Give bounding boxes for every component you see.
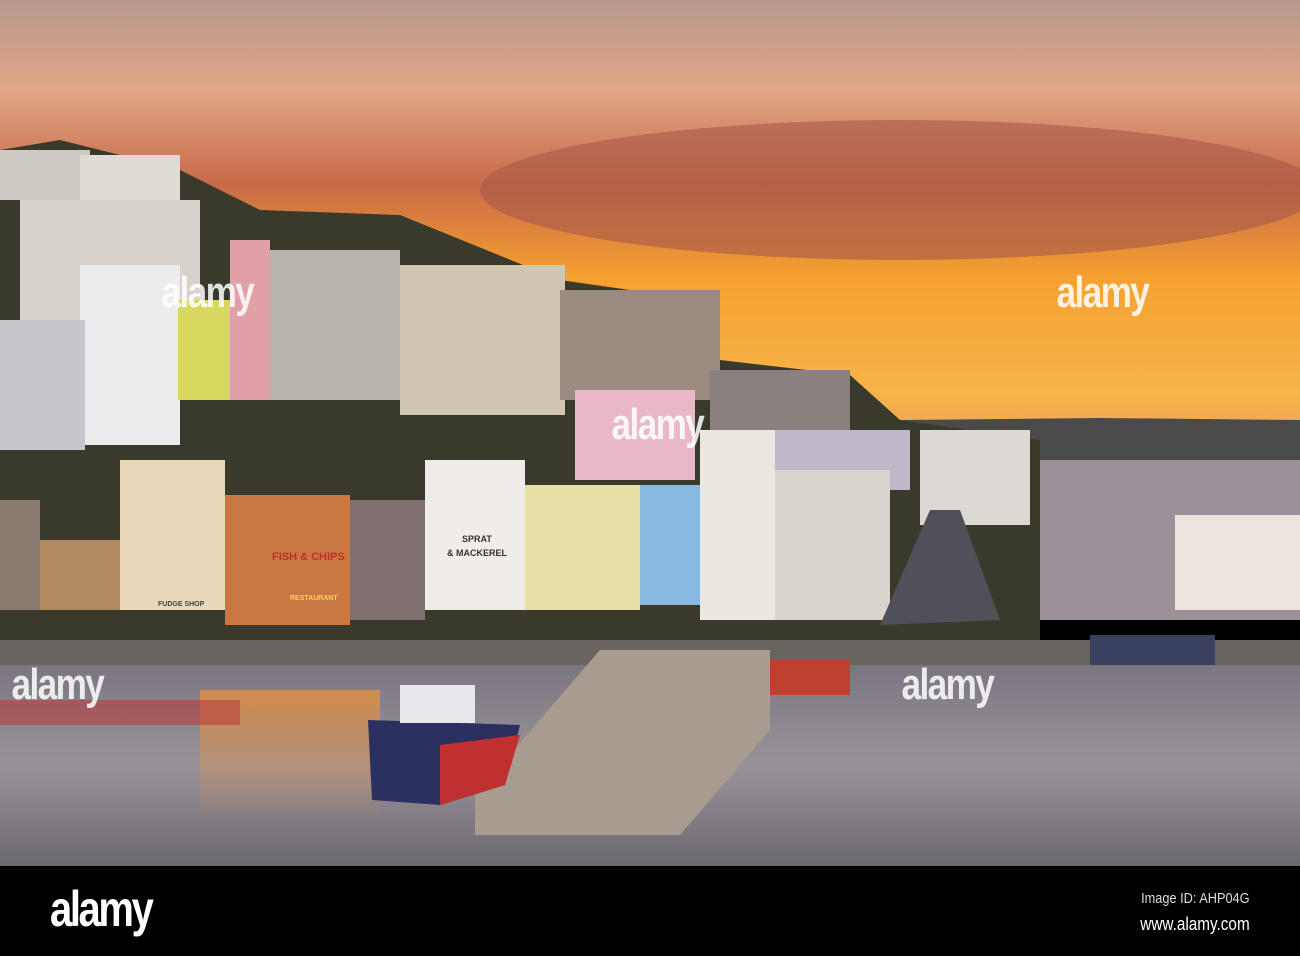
mackerel-sign: & MACKEREL xyxy=(447,548,508,558)
watermark: alamy xyxy=(1056,268,1149,317)
watermark: alamy xyxy=(901,660,994,709)
motor-boat xyxy=(1090,635,1215,665)
image-id: Image ID: AHP04G xyxy=(1141,890,1250,907)
site-url[interactable]: www.alamy.com xyxy=(1141,914,1250,935)
dark-cloud xyxy=(480,120,1300,260)
sprat-sign: SPRAT xyxy=(462,534,492,544)
restaurant-sign: RESTAURANT xyxy=(290,595,338,602)
red-boat xyxy=(770,660,850,695)
boat-cabin xyxy=(400,685,475,723)
watermark: alamy xyxy=(161,268,254,317)
footer-bar: alamy Image ID: AHP04G www.alamy.com xyxy=(0,866,1300,956)
fudge-shop-sign: FUDGE SHOP xyxy=(158,601,205,608)
watermark: alamy xyxy=(11,660,104,709)
fish-chips-sign: FISH & CHIPS xyxy=(272,551,345,563)
watermark: alamy xyxy=(611,400,704,449)
alamy-logo: alamy xyxy=(50,881,154,937)
